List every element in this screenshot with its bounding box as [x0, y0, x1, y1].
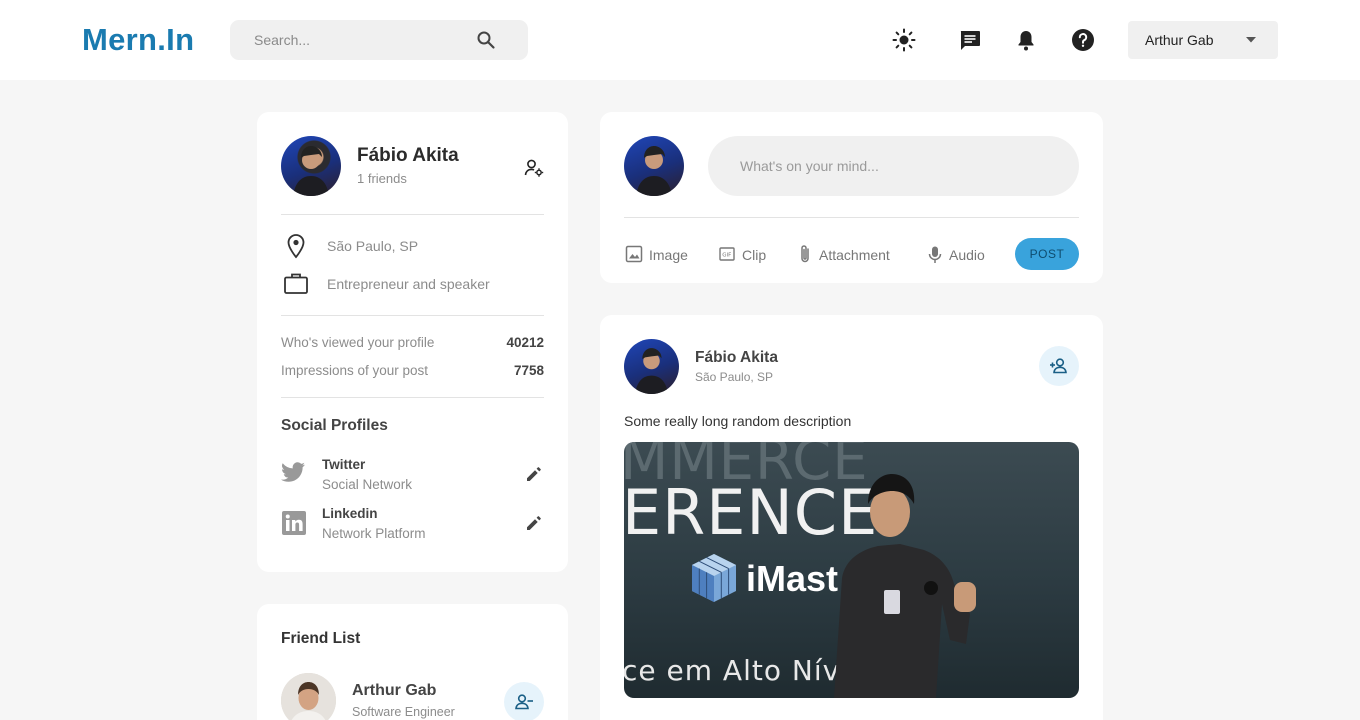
image-icon[interactable] [625, 245, 643, 263]
social-sub: Social Network [322, 477, 413, 492]
post-author-name[interactable]: Fábio Akita [695, 349, 778, 367]
user-select-value: Arthur Gab [1145, 32, 1214, 48]
profile-occupation: Entrepreneur and speaker [327, 276, 490, 292]
top-navbar: Mern.In Arthur Gab [0, 0, 1360, 80]
edit-icon[interactable] [525, 514, 543, 532]
speaker-figure [834, 474, 976, 698]
search-icon[interactable] [474, 28, 498, 52]
stat-label: Impressions of your post [281, 363, 429, 378]
profile-avatar[interactable] [281, 136, 341, 196]
profile-location: São Paulo, SP [327, 238, 419, 254]
microphone-icon[interactable] [927, 245, 943, 265]
remove-friend-button[interactable] [504, 682, 544, 720]
composer-avatar[interactable] [624, 136, 684, 196]
social-sub: Network Platform [322, 526, 426, 541]
add-friend-button[interactable] [1039, 346, 1079, 386]
friend-name[interactable]: Arthur Gab [352, 682, 436, 700]
user-select[interactable]: Arthur Gab [1128, 21, 1278, 59]
profile-divider [281, 315, 544, 316]
friend-avatar[interactable] [281, 673, 336, 720]
profile-friends-count: 1 friends [357, 171, 407, 186]
social-name[interactable]: Linkedin [322, 506, 378, 521]
edit-icon[interactable] [525, 465, 543, 483]
social-profiles-title: Social Profiles [281, 417, 388, 434]
post-description: Some really long random description [624, 413, 852, 429]
stat-value: 7758 [513, 363, 544, 378]
cube-logo [692, 554, 736, 602]
search-input[interactable] [254, 20, 474, 60]
stat-value: 40212 [506, 335, 544, 350]
post-button[interactable]: POST [1015, 238, 1079, 270]
help-icon[interactable] [1071, 28, 1095, 52]
post-author-avatar[interactable] [624, 339, 679, 394]
twitter-icon [281, 462, 305, 482]
message-icon[interactable] [958, 28, 982, 52]
profile-divider [281, 214, 544, 215]
composer-divider [624, 217, 1079, 218]
svg-text:GIF: GIF [722, 252, 731, 258]
composer-action-attachment[interactable]: Attachment [819, 247, 890, 263]
notification-icon[interactable] [1014, 28, 1038, 52]
profile-name[interactable]: Fábio Akita [357, 145, 459, 167]
person-add-icon [1050, 358, 1067, 374]
gif-icon[interactable]: GIF [719, 246, 735, 262]
profile-divider [281, 397, 544, 398]
search-box [230, 20, 528, 60]
friend-sub: Software Engineer [352, 705, 455, 719]
manage-account-icon[interactable] [523, 157, 545, 179]
location-icon [287, 234, 305, 259]
chevron-down-icon [1246, 37, 1256, 43]
attachment-icon[interactable] [797, 244, 813, 265]
composer-action-audio[interactable]: Audio [949, 247, 985, 263]
post-input[interactable] [708, 136, 1079, 196]
linkedin-icon [282, 511, 306, 535]
friend-list-title: Friend List [281, 630, 361, 647]
composer-action-image[interactable]: Image [649, 247, 688, 263]
post-image[interactable]: MMERCE ERENCE iMast ce em Alto Níve [624, 442, 1079, 698]
light-mode-icon[interactable] [892, 28, 916, 52]
work-icon [284, 273, 308, 294]
composer-action-clip[interactable]: Clip [742, 247, 766, 263]
post-author-location: São Paulo, SP [695, 370, 774, 384]
stat-label: Who's viewed your profile [281, 335, 435, 350]
social-name[interactable]: Twitter [322, 457, 365, 472]
brand-logo[interactable]: Mern.In [82, 22, 194, 58]
person-remove-icon [515, 694, 533, 710]
